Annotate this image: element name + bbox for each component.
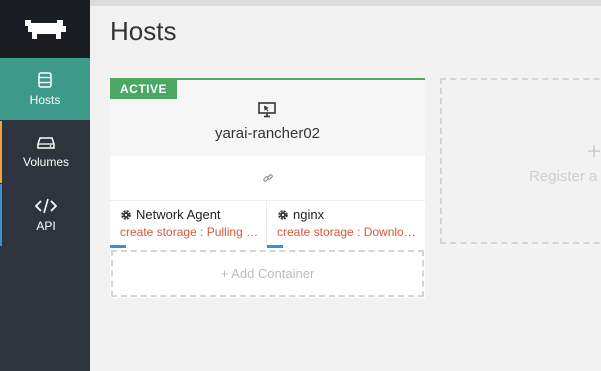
container-name: Network Agent — [136, 207, 221, 222]
container-item-network-agent[interactable]: Network Agent create storage : Pulling i… — [110, 200, 267, 248]
sidebar-item-hosts[interactable]: Hosts — [0, 58, 90, 120]
register-host-label: Register a — [529, 168, 598, 185]
container-item-nginx[interactable]: nginx create storage : Downloading — [267, 200, 425, 248]
gear-icon — [278, 209, 288, 220]
server-icon — [38, 71, 52, 88]
add-container-button[interactable]: + Add Container — [111, 250, 424, 297]
sidebar-item-label: Hosts — [29, 92, 61, 107]
container-list: Network Agent create storage : Pulling i… — [110, 200, 425, 248]
host-header: ACTIVE yarai-rancher02 — [110, 80, 425, 156]
sidebar-item-label: API — [36, 218, 56, 233]
sidebar-item-label: Volumes — [22, 154, 70, 169]
register-host-button[interactable]: + Register a — [440, 78, 601, 244]
code-icon — [35, 198, 57, 213]
sidebar-item-api[interactable]: API — [0, 184, 90, 246]
container-name: nginx — [293, 207, 325, 222]
host-card: ACTIVE yarai-rancher02 Network Agent cre… — [110, 78, 425, 298]
plus-icon: + — [587, 138, 601, 165]
top-divider — [90, 0, 601, 6]
sidebar-item-volumes[interactable]: Volumes — [0, 121, 90, 183]
sidebar: Hosts Volumes API — [0, 0, 90, 371]
container-status: create storage : Pulling image — [120, 225, 260, 239]
logo[interactable] — [0, 0, 90, 58]
link-icon[interactable] — [262, 172, 274, 184]
monitor-icon[interactable] — [258, 102, 276, 123]
progress-indicator — [267, 245, 283, 248]
main-content: Hosts ACTIVE yarai-rancher02 Network Age… — [90, 0, 601, 371]
host-link-row — [110, 156, 425, 201]
gear-icon — [121, 209, 131, 220]
rancher-cow-icon — [25, 20, 66, 39]
status-badge: ACTIVE — [110, 80, 178, 99]
host-name[interactable]: yarai-rancher02 — [110, 125, 425, 142]
hard-drive-icon — [37, 136, 55, 149]
container-status: create storage : Downloading — [277, 225, 417, 239]
progress-indicator — [110, 245, 126, 248]
page-title: Hosts — [110, 16, 177, 46]
